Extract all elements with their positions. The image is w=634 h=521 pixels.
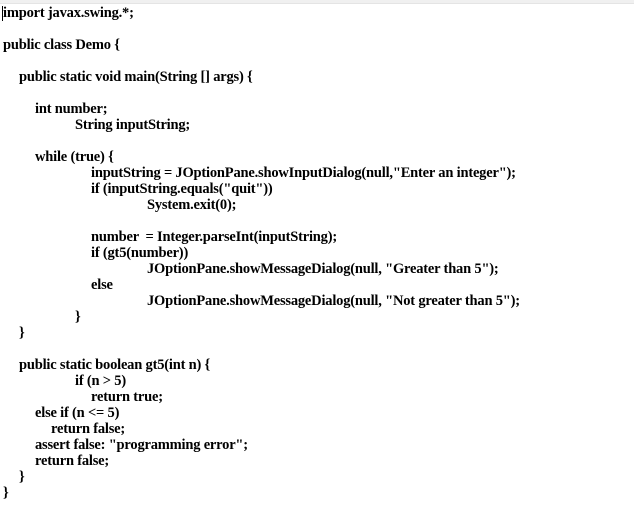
code-line-else-if: else if (n <= 5) xyxy=(35,405,120,421)
code-line-if-n-gt-5: if (n > 5) xyxy=(75,373,126,389)
code-line-assert: assert false: "programming error"; xyxy=(35,437,248,453)
code-line-close-gt5: } xyxy=(19,469,25,485)
code-line-else: else xyxy=(91,277,113,293)
code-line-gt5-decl: public static boolean gt5(int n) { xyxy=(19,357,211,373)
code-line-parse-int: number = Integer.parseInt(inputString); xyxy=(91,229,337,245)
code-line-class-decl: public class Demo { xyxy=(3,37,120,53)
code-line-int-number: int number; xyxy=(35,101,108,117)
code-line-import: import javax.swing.*; xyxy=(3,5,134,21)
code-line-return-false-2: return false; xyxy=(35,453,110,469)
code-line-close-while: } xyxy=(75,309,81,325)
code-line-show-input: inputString = JOptionPane.showInputDialo… xyxy=(91,165,516,181)
code-document[interactable]: import javax.swing.*; public class Demo … xyxy=(0,0,634,521)
code-line-close-class: } xyxy=(3,485,9,501)
code-line-close-main: } xyxy=(19,325,25,341)
code-line-main-decl: public static void main(String [] args) … xyxy=(19,69,253,85)
code-line-while: while (true) { xyxy=(35,149,114,165)
code-line-if-gt5: if (gt5(number)) xyxy=(91,245,189,261)
code-line-return-false-1: return false; xyxy=(51,421,126,437)
code-line-string-input: String inputString; xyxy=(75,117,191,133)
code-line-exit: System.exit(0); xyxy=(147,197,237,213)
code-line-msg-not-greater: JOptionPane.showMessageDialog(null, "Not… xyxy=(147,293,520,309)
code-line-return-true: return true; xyxy=(91,389,163,405)
code-line-if-quit: if (inputString.equals("quit")) xyxy=(91,181,273,197)
code-line-msg-greater: JOptionPane.showMessageDialog(null, "Gre… xyxy=(147,261,499,277)
